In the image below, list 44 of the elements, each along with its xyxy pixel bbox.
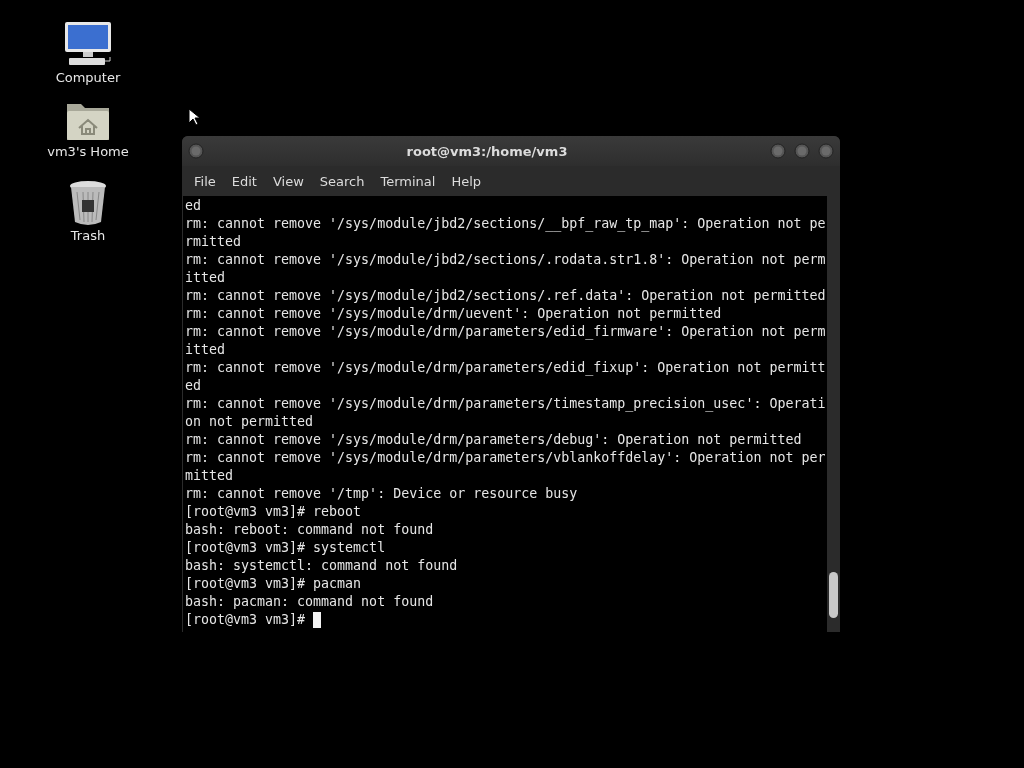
menu-item[interactable]: Search: [311, 169, 373, 193]
terminal-line: rm: cannot remove '/sys/module/drm/parameters/edid_firmware': Operation not perm: [185, 323, 826, 341]
maximize-button[interactable]: [794, 143, 810, 159]
terminal-line: rm: cannot remove '/tmp': Device or resource busy: [185, 485, 579, 503]
terminal-line: rm: cannot remove '/sys/module/jbd2/sections/.rodata.str1.8': Operation not perm: [185, 251, 826, 269]
window-title: root@vm3:/home/vm3: [405, 143, 569, 159]
terminal-line: rm: cannot remove '/sys/module/drm/parameters/vblankoffdelay': Operation not per: [185, 449, 826, 467]
menu-item[interactable]: Terminal: [372, 169, 444, 193]
terminal-line: rm: cannot remove '/sys/module/drm/parameters/debug': Operation not permitted: [185, 431, 803, 449]
terminal-line: ed: [185, 197, 202, 215]
menu-item[interactable]: Edit: [223, 169, 265, 193]
icon-label[interactable]: Computer: [55, 70, 121, 85]
scrollbar[interactable]: [827, 196, 840, 632]
menu-item[interactable]: View: [264, 169, 312, 193]
terminal-line: bash: reboot: command not found: [185, 521, 435, 539]
terminal-line: itted: [185, 341, 227, 359]
terminal-line: bash: pacman: command not found: [185, 593, 435, 611]
scrollbar-thumb[interactable]: [829, 572, 838, 618]
terminal-line: mitted: [185, 467, 235, 485]
terminal-prompt: [root@vm3 vm3]#: [185, 611, 306, 629]
close-button[interactable]: [818, 143, 834, 159]
terminal-line: rm: cannot remove '/sys/module/jbd2/sections/__bpf_raw_tp_map': Operation not pe: [185, 215, 826, 233]
terminal-line: ed: [185, 377, 202, 395]
window-menu-button[interactable]: [188, 143, 204, 159]
terminal-line: rm: cannot remove '/sys/module/drm/uevent': Operation not permitted: [185, 305, 723, 323]
icon-label[interactable]: Trash: [70, 228, 106, 243]
minimize-button[interactable]: [770, 143, 786, 159]
mouse-cursor-icon: [188, 108, 200, 126]
icon-label[interactable]: vm3's Home: [47, 144, 129, 159]
terminal-line: on not permitted: [185, 413, 315, 431]
trash-icon[interactable]: [68, 180, 108, 226]
menu-item[interactable]: Help: [443, 169, 490, 193]
terminal-line: rm: cannot remove '/sys/module/drm/parameters/edid_fixup': Operation not permitt: [185, 359, 826, 377]
text-cursor: [313, 612, 322, 628]
terminal-line: [root@vm3 vm3]# reboot: [185, 503, 363, 521]
terminal-line: [root@vm3 vm3]# pacman: [185, 575, 363, 593]
terminal-line: [root@vm3 vm3]# systemctl: [185, 539, 387, 557]
computer-icon[interactable]: [63, 20, 113, 68]
terminal-line: rm: cannot remove '/sys/module/drm/parameters/timestamp_precision_usec': Operati: [185, 395, 826, 413]
terminal-line: rmitted: [185, 233, 243, 251]
terminal-line: bash: systemctl: command not found: [185, 557, 459, 575]
terminal-line: itted: [185, 269, 227, 287]
menu-item[interactable]: File: [186, 169, 224, 193]
terminal-line: rm: cannot remove '/sys/module/jbd2/sections/.ref.data': Operation not permitted: [185, 287, 826, 305]
